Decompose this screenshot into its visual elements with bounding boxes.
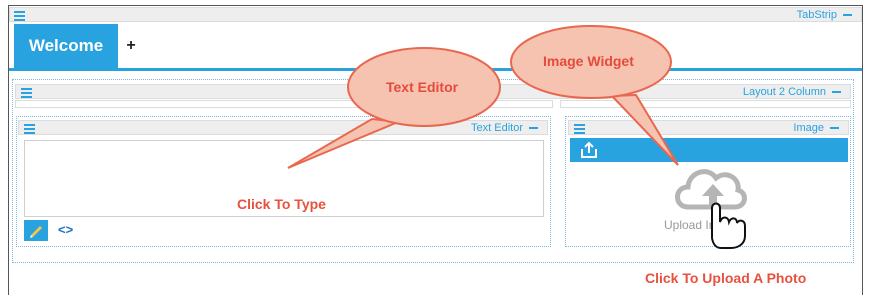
annotation-overlay [287,25,747,249]
text-editor-callout-label: Text Editor [386,79,459,95]
click-to-type-hint: Click To Type [237,196,326,212]
image-widget-callout-label: Image Widget [543,53,634,69]
cloud-upload-icon[interactable] [675,169,747,210]
hand-cursor-icon [711,202,746,249]
image-widget-callout-bubble [510,25,679,166]
click-to-upload-hint: Click To Upload A Photo [645,270,807,286]
text-editor-callout-bubble [287,47,501,169]
